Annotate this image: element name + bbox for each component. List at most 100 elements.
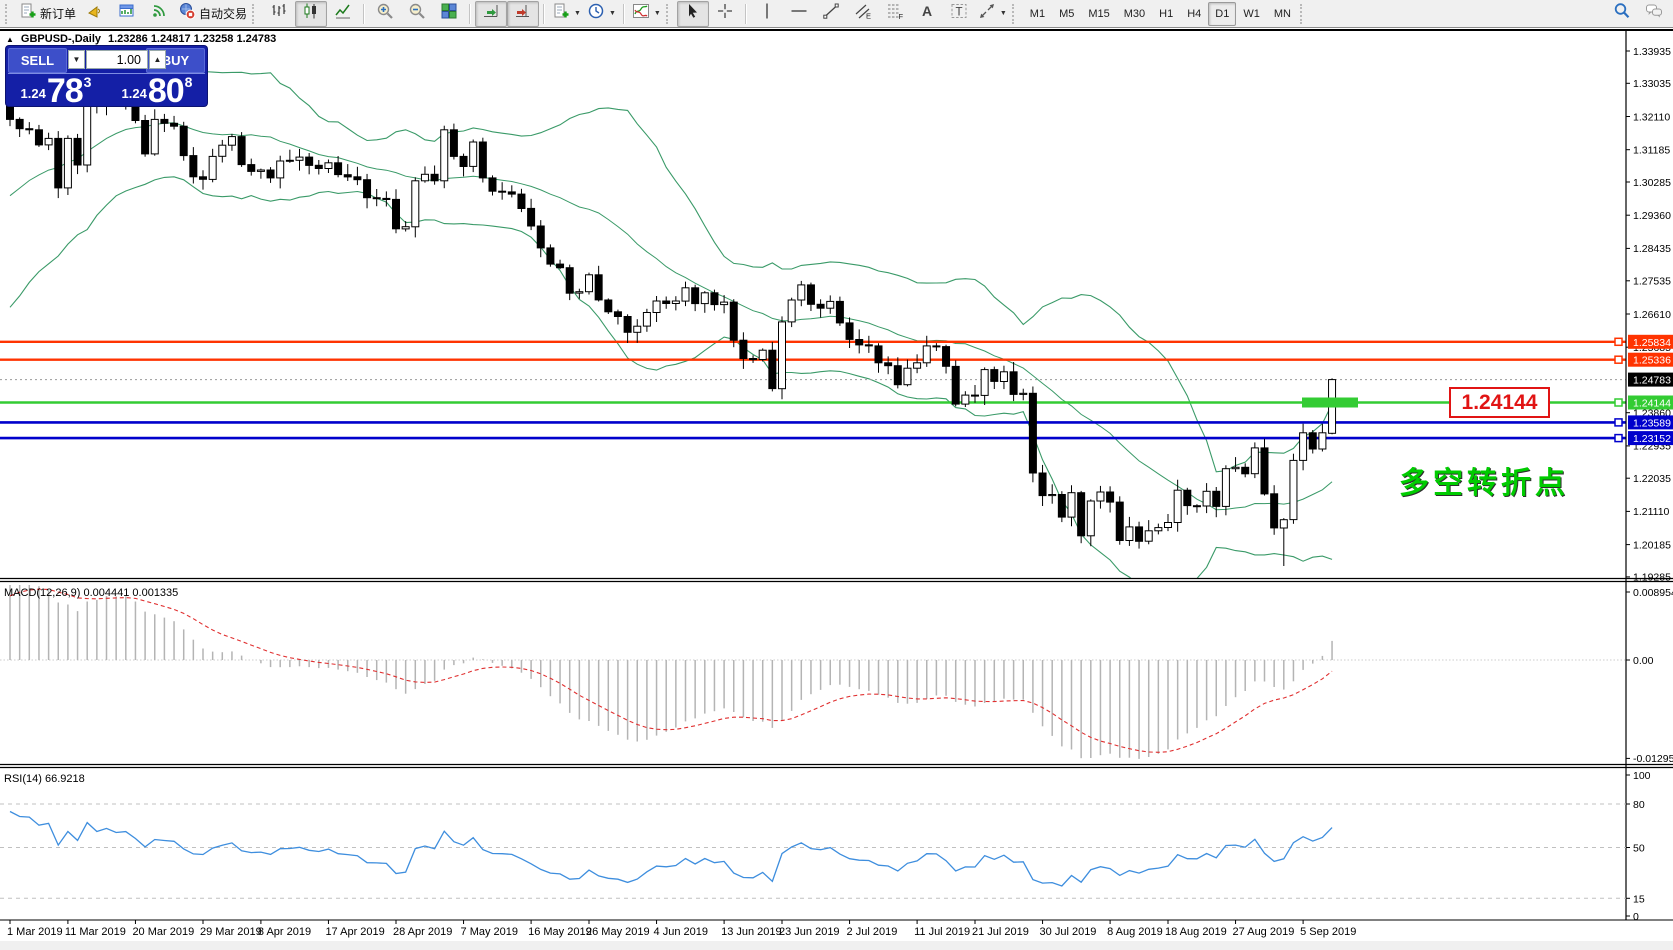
zoom-out-button[interactable] [401,1,433,27]
volume-decrease-button[interactable]: ▼ [68,50,85,69]
search-icon [1613,2,1631,25]
timeframe-m30-button[interactable]: M30 [1117,2,1152,26]
zoom-out-icon [408,2,426,25]
timeframe-m15-button[interactable]: M15 [1081,2,1116,26]
line-handle[interactable] [1615,338,1622,345]
cursor-button[interactable] [677,1,709,27]
toolbar-separator [363,4,365,24]
signals-icon [150,2,168,25]
sell-price[interactable]: 1.24 78 3 [6,72,106,106]
new-chart-icon [552,2,570,25]
symbol-period-label: GBPUSD-,Daily [21,33,101,45]
timeframe-m5-button[interactable]: M5 [1052,2,1081,26]
svg-text:0.00: 0.00 [1633,655,1654,667]
sell-button[interactable]: SELL [8,48,67,73]
fibonacci-button[interactable]: F [879,1,911,27]
svg-text:1.33935: 1.33935 [1633,46,1671,58]
collapse-triangle-icon[interactable]: ▲ [6,35,14,44]
svg-text:-0.012957: -0.012957 [1633,753,1673,765]
search-button[interactable] [1606,1,1638,27]
volume-increase-button[interactable]: ▲ [149,50,166,69]
volume-input[interactable]: 1.00 [86,50,148,69]
shapes-dropdown[interactable]: ▼ [975,1,1010,27]
svg-text:29 Mar 2019: 29 Mar 2019 [200,926,262,938]
fibonacci-icon: F [886,2,904,25]
candlestick-button[interactable] [295,1,327,27]
chat-button[interactable] [1638,1,1670,27]
new-order-label: 新订单 [40,5,76,22]
svg-text:0.008954: 0.008954 [1633,587,1673,599]
profiles-clock-icon [587,2,605,25]
dropdown-arrow-icon: ▼ [654,10,661,17]
svg-text:8 Aug 2019: 8 Aug 2019 [1107,926,1163,938]
bar-chart-button[interactable] [263,1,295,27]
zoom-in-button[interactable] [369,1,401,27]
line-chart-button[interactable] [327,1,359,27]
profiles-dropdown[interactable]: ▼ [584,1,619,27]
buy-price[interactable]: 1.24 80 8 [107,72,207,106]
chinese-note-label: 多空转折点 [1399,458,1569,502]
toolbar-separator [469,4,471,24]
equidistant-channel-button[interactable]: E [847,1,879,27]
crosshair-button[interactable] [709,1,741,27]
svg-text:4 Jun 2019: 4 Jun 2019 [654,926,708,938]
chart-title: ▲ GBPUSD-,Daily 1.23286 1.24817 1.23258 … [6,33,276,45]
market-watch-button[interactable] [111,1,143,27]
chart-shift-button[interactable] [507,1,539,27]
signals-button[interactable] [143,1,175,27]
svg-text:27 Aug 2019: 27 Aug 2019 [1233,926,1295,938]
toolbar-grip [1012,4,1019,24]
price-callout-box[interactable]: 1.24144 [1449,387,1550,418]
sell-price-base: 1.24 [21,86,46,101]
autotrading-icon [178,2,196,25]
timeframe-mn-button[interactable]: MN [1267,2,1298,26]
text-label-button[interactable]: T [943,1,975,27]
line-handle[interactable] [1615,435,1622,442]
vertical-line-icon [758,2,776,25]
line-handle[interactable] [1615,356,1622,363]
timeframe-d1-button[interactable]: D1 [1208,2,1236,26]
timeframe-bar: M1M5M15M30H1H4D1W1MN [1023,2,1298,26]
svg-text:50: 50 [1633,843,1645,855]
tile-windows-icon [440,2,458,25]
chat-icon [1645,2,1663,25]
text-button[interactable]: A [911,1,943,27]
svg-text:1.32110: 1.32110 [1633,111,1670,123]
svg-text:1.22035: 1.22035 [1633,473,1671,485]
autotrading-label: 自动交易 [199,5,247,22]
svg-text:15: 15 [1633,893,1645,905]
highlight-zone[interactable] [1302,398,1358,408]
alerts-icon [86,2,104,25]
timeframe-m1-button[interactable]: M1 [1023,2,1052,26]
new-chart-dropdown[interactable]: ▼ [549,1,584,27]
line-handle[interactable] [1615,419,1622,426]
dropdown-arrow-icon: ▼ [1000,10,1007,17]
dropdown-arrow-icon: ▼ [609,10,616,17]
svg-text:2 Jul 2019: 2 Jul 2019 [847,926,898,938]
tile-windows-button[interactable] [433,1,465,27]
alerts-button[interactable] [79,1,111,27]
svg-text:26 May 2019: 26 May 2019 [586,926,650,938]
svg-text:1.24783: 1.24783 [1633,375,1671,387]
toolbar-separator [623,4,625,24]
timeframe-h4-button[interactable]: H4 [1180,2,1208,26]
horizontal-line-button[interactable] [783,1,815,27]
vertical-line-button[interactable] [751,1,783,27]
bar-chart-icon [270,2,288,25]
trendline-button[interactable] [815,1,847,27]
line-handle[interactable] [1615,399,1622,406]
timeframe-w1-button[interactable]: W1 [1236,2,1267,26]
indicators-dropdown[interactable]: ▼ [629,1,664,27]
timeframe-h1-button[interactable]: H1 [1152,2,1180,26]
autotrading-button[interactable]: 自动交易 [175,1,250,27]
market-watch-icon [118,2,136,25]
svg-text:16 May 2019: 16 May 2019 [528,926,592,938]
new-order-button[interactable]: 新订单 [16,1,79,27]
svg-text:1.25336: 1.25336 [1633,355,1671,367]
svg-text:8 Apr 2019: 8 Apr 2019 [258,926,311,938]
candlestick-icon [302,2,320,25]
svg-text:7 May 2019: 7 May 2019 [461,926,518,938]
rsi-label: RSI(14) 66.9218 [4,773,85,785]
svg-text:1.20185: 1.20185 [1633,539,1671,551]
auto-scroll-button[interactable] [475,1,507,27]
